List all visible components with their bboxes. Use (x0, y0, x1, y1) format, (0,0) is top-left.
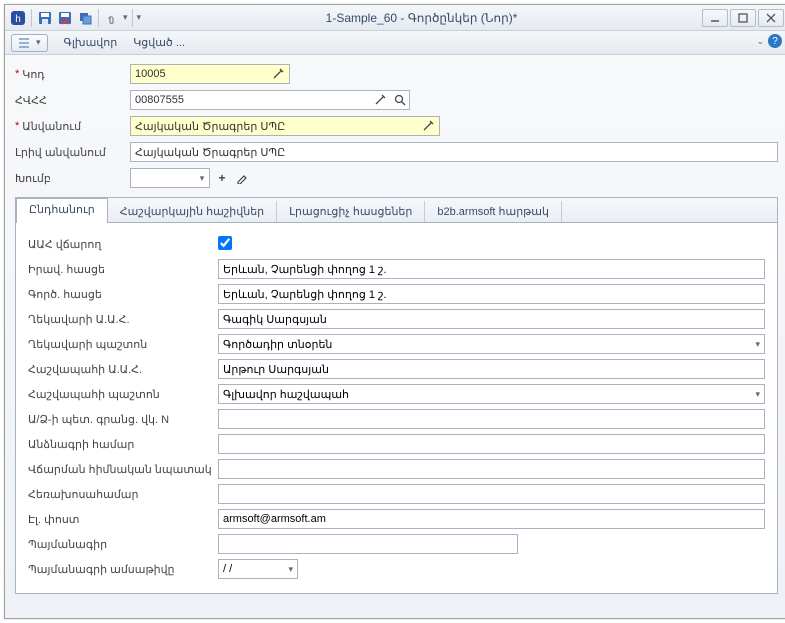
save-close-icon[interactable] (56, 9, 74, 27)
chevron-down-icon[interactable]: ▾ (192, 168, 212, 188)
pay-purpose-input[interactable] (218, 459, 765, 479)
help-icon[interactable]: ? (768, 34, 782, 48)
menu-bar: ▾ Գլխավոր Կցված ... ⌄ ? (5, 31, 785, 55)
acc-name-input[interactable] (218, 359, 765, 379)
name-input[interactable] (130, 116, 440, 136)
biz-addr-input[interactable] (218, 284, 765, 304)
fullname-label: Լրիվ անվանում (15, 146, 106, 159)
wand-icon[interactable] (370, 90, 390, 110)
name-label: Անվանում (22, 120, 81, 133)
state-reg-input[interactable] (218, 409, 765, 429)
window-title: 1-Sample_60 - Գործընկեր (Նոր)* (141, 11, 702, 25)
phone-input[interactable] (218, 484, 765, 504)
tab-general[interactable]: Ընդհանուր (16, 198, 108, 223)
search-icon[interactable] (390, 90, 410, 110)
fullname-input[interactable] (130, 142, 778, 162)
menu-attached[interactable]: Կցված ... (133, 36, 185, 49)
contract-input[interactable] (218, 534, 518, 554)
list-icon (18, 37, 32, 49)
app-icon: h (9, 9, 27, 27)
attach-icon[interactable] (103, 9, 121, 27)
titlebar: h ▾ ▾ 1-Sample_60 - Գործընկեր (Նոր)* (5, 5, 785, 31)
required-marker: * (15, 120, 19, 133)
email-label: Էլ. փոստ (28, 513, 218, 526)
pay-purpose-label: Վճարման հիմնական նպատակ (28, 463, 218, 476)
passport-input[interactable] (218, 434, 765, 454)
acc-name-label: Հաշվապահի Ա.Ա.Հ. (28, 363, 218, 376)
view-dropdown[interactable]: ▾ (11, 34, 48, 52)
required-marker: * (15, 68, 19, 81)
acc-pos-label: Հաշվապահի պաշտոն (28, 388, 218, 401)
vat-payer-checkbox[interactable] (218, 236, 232, 250)
svg-text:h: h (15, 14, 21, 25)
head-name-label: Ղեկավարի Ա.Ա.Հ. (28, 313, 218, 326)
chevron-down-icon: ▾ (288, 564, 293, 575)
minimize-button[interactable] (702, 9, 728, 27)
attach-chevron-icon[interactable]: ▾ (123, 12, 128, 23)
menu-main[interactable]: Գլխավոր (64, 36, 118, 49)
contract-date-input[interactable]: / / ▾ (218, 559, 298, 579)
code-label: Կոդ (22, 68, 44, 81)
head-pos-label: Ղեկավարի պաշտոն (28, 338, 218, 351)
window-frame: h ▾ ▾ 1-Sample_60 - Գործընկեր (Նոր)* (4, 4, 785, 619)
biz-addr-label: Գործ. հասցե (28, 288, 218, 301)
duplicate-icon[interactable] (76, 9, 94, 27)
maximize-button[interactable] (730, 9, 756, 27)
head-pos-value: Գործադիր տնօրեն (223, 338, 332, 351)
save-icon[interactable] (36, 9, 54, 27)
code-input[interactable] (130, 64, 290, 84)
collapse-chevron-icon[interactable]: ⌄ (756, 36, 764, 47)
contract-date-value: / / (223, 563, 288, 575)
edit-icon[interactable] (232, 168, 252, 188)
acc-pos-select[interactable]: Գլխավոր հաշվապահ ▾ (218, 384, 765, 404)
tab-accounts[interactable]: Հաշվարկային հաշիվներ (108, 201, 277, 222)
tabstrip: Ընդհանուր Հաշվարկային հաշիվներ Լրացուցիչ… (16, 198, 777, 223)
email-input[interactable] (218, 509, 765, 529)
passport-label: Անձնագրի համար (28, 438, 218, 451)
head-pos-select[interactable]: Գործադիր տնօրեն ▾ (218, 334, 765, 354)
tab-addresses[interactable]: Լրացուցիչ հասցեներ (277, 201, 425, 222)
close-button[interactable] (758, 9, 784, 27)
add-icon[interactable]: + (212, 168, 232, 188)
hvrr-label: ՀՎՀՀ (15, 94, 47, 107)
phone-label: Հեռախոսահամար (28, 488, 218, 501)
vat-payer-label: ԱԱՀ վճարող (28, 238, 218, 251)
acc-pos-value: Գլխավոր հաշվապահ (223, 388, 349, 401)
chevron-down-icon: ▾ (36, 37, 41, 48)
form-area: *Կոդ ՀՎՀՀ *Անվանում (5, 55, 785, 618)
tabs-container: Ընդհանուր Հաշվարկային հաշիվներ Լրացուցիչ… (15, 197, 778, 594)
contract-date-label: Պայմանագրի ամսաթիվը (28, 563, 218, 576)
head-name-input[interactable] (218, 309, 765, 329)
tab-content-general: ԱԱՀ վճարող Իրավ. հասցե Գործ. հասցե Ղեկավ… (16, 223, 777, 593)
chevron-down-icon: ▾ (755, 339, 760, 350)
state-reg-label: Ա/Ձ-ի պետ. գրանց. վկ. N (28, 413, 218, 426)
legal-addr-label: Իրավ. հասցե (28, 263, 218, 276)
tab-b2b[interactable]: b2b.armsoft հարթակ (425, 201, 562, 222)
legal-addr-input[interactable] (218, 259, 765, 279)
hvrr-input[interactable] (130, 90, 410, 110)
group-label: Խումբ (15, 172, 51, 185)
contract-label: Պայմանագիր (28, 538, 218, 551)
chevron-down-icon: ▾ (755, 389, 760, 400)
